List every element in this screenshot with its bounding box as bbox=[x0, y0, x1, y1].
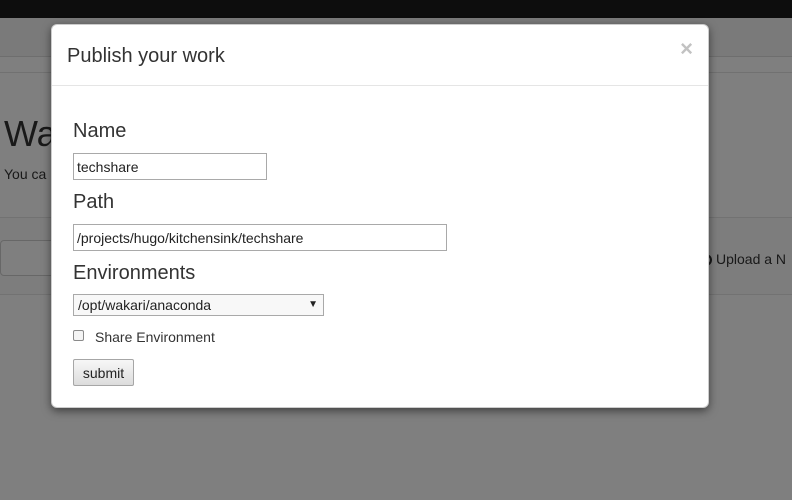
name-field[interactable] bbox=[73, 153, 267, 180]
modal-title: Publish your work bbox=[67, 45, 225, 67]
modal-body: Name Path Environments /opt/wakari/anaco… bbox=[73, 86, 708, 407]
modal-header: Publish your work × bbox=[52, 25, 708, 86]
environment-selected-value: /opt/wakari/anaconda bbox=[78, 297, 212, 313]
environments-label: Environments bbox=[73, 262, 196, 284]
environment-select[interactable]: /opt/wakari/anaconda ▼ bbox=[73, 294, 324, 316]
share-environment-label[interactable]: Share Environment bbox=[95, 328, 215, 346]
submit-button[interactable]: submit bbox=[73, 359, 134, 386]
path-label: Path bbox=[73, 191, 115, 213]
share-environment-checkbox[interactable] bbox=[73, 330, 84, 341]
publish-modal: Publish your work × Name Path Environmen… bbox=[51, 24, 709, 408]
close-icon[interactable]: × bbox=[680, 37, 693, 61]
chevron-down-icon: ▼ bbox=[308, 299, 318, 310]
name-label: Name bbox=[73, 120, 127, 142]
path-field[interactable] bbox=[73, 224, 447, 251]
